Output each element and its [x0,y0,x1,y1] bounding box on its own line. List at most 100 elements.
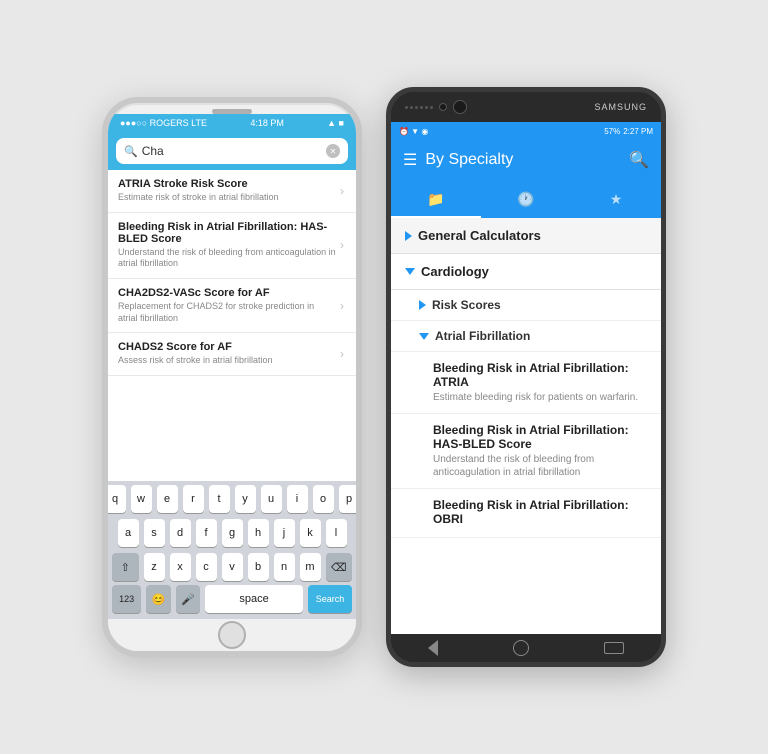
result-desc: Understand the risk of bleeding from ant… [118,247,336,270]
key-f[interactable]: f [196,519,217,547]
section-title: General Calculators [418,228,541,243]
key-a[interactable]: a [118,519,139,547]
key-123[interactable]: 123 [112,585,141,613]
keyboard-row-1: q w e r t y u i o p [108,481,356,515]
camera-lens [453,100,467,114]
collapse-icon [419,300,426,310]
result-item[interactable]: Bleeding Risk in Atrial Fibrillation: HA… [108,213,356,279]
header-left: ☰ By Specialty [403,150,513,170]
section-general-calculators[interactable]: General Calculators [391,218,661,254]
key-r[interactable]: r [183,485,204,513]
key-delete[interactable]: ⌫ [326,553,353,581]
key-y[interactable]: y [235,485,256,513]
result-desc: Assess risk of stroke in atrial fibrilla… [118,355,336,367]
home-button[interactable] [513,640,529,656]
status-icons: ▲ ■ [327,118,344,128]
list-item[interactable]: Bleeding Risk in Atrial Fibrillation: OB… [391,489,661,538]
section-cardiology[interactable]: Cardiology [391,254,661,290]
tab-browse[interactable]: 📁 [391,180,481,218]
menu-icon[interactable]: ☰ [403,150,417,170]
key-p[interactable]: p [339,485,357,513]
camera-dot [439,103,447,111]
key-b[interactable]: b [248,553,269,581]
iphone-notch [108,103,356,114]
key-c[interactable]: c [196,553,217,581]
status-icons-left: ⏰ ▼ ◉ [399,127,428,136]
result-title: CHADS2 Score for AF [118,341,336,353]
collapse-icon [405,231,412,241]
chevron-right-icon: › [340,347,344,361]
result-desc: Replacement for CHADS2 for stroke predic… [118,301,336,324]
key-e[interactable]: e [157,485,178,513]
key-mic[interactable]: 🎤 [176,585,200,613]
item-desc: Estimate bleeding risk for patients on w… [433,391,647,404]
recents-button[interactable] [604,642,624,654]
key-x[interactable]: x [170,553,191,581]
key-emoji[interactable]: 😊 [146,585,170,613]
carrier-text: ●●●○○ ROGERS LTE [120,118,207,128]
key-z[interactable]: z [144,553,165,581]
key-n[interactable]: n [274,553,295,581]
key-h[interactable]: h [248,519,269,547]
key-u[interactable]: u [261,485,282,513]
ios-keyboard: q w e r t y u i o p a s d f g h j k l [108,481,356,619]
result-item[interactable]: CHADS2 Score for AF Assess risk of strok… [108,333,356,376]
expand-icon [405,268,415,275]
key-w[interactable]: w [131,485,152,513]
key-t[interactable]: t [209,485,230,513]
key-l[interactable]: l [326,519,347,547]
iphone-screen: 🔍 Cha ✕ ATRIA Stroke Risk Score Estimate… [108,132,356,619]
key-search[interactable]: Search [308,585,352,613]
home-button[interactable] [218,621,246,649]
expand-icon [419,333,429,340]
key-s[interactable]: s [144,519,165,547]
list-item[interactable]: Bleeding Risk in Atrial Fibrillation: AT… [391,352,661,414]
samsung-cameras [405,100,467,114]
key-j[interactable]: j [274,519,295,547]
key-d[interactable]: d [170,519,191,547]
tab-favorites[interactable]: ★ [571,180,661,218]
header-search-icon[interactable]: 🔍 [629,150,649,170]
key-m[interactable]: m [300,553,321,581]
search-clear-button[interactable]: ✕ [326,144,340,158]
subsection-title: Risk Scores [432,298,501,312]
samsung-tab-bar: 📁 🕐 ★ [391,180,661,218]
speaker [405,106,433,109]
key-v[interactable]: v [222,553,243,581]
tab-recent-icon: 🕐 [517,191,534,208]
result-item[interactable]: ATRIA Stroke Risk Score Estimate risk of… [108,170,356,213]
key-i[interactable]: i [287,485,308,513]
result-content: CHA2DS2-VASc Score for AF Replacement fo… [118,287,336,324]
section-title: Cardiology [421,264,489,279]
key-k[interactable]: k [300,519,321,547]
tab-recent[interactable]: 🕐 [481,180,571,218]
chevron-right-icon: › [340,299,344,313]
ios-results-list: ATRIA Stroke Risk Score Estimate risk of… [108,170,356,481]
result-title: CHA2DS2-VASc Score for AF [118,287,336,299]
key-space[interactable]: space [205,585,303,613]
back-button[interactable] [428,640,438,656]
subsection-title: Atrial Fibrillation [435,329,530,343]
tab-browse-icon: 📁 [427,191,444,208]
result-item[interactable]: CHA2DS2-VASc Score for AF Replacement fo… [108,279,356,333]
subsection-atrial-fib[interactable]: Atrial Fibrillation [391,321,661,352]
key-shift[interactable]: ⇧ [112,553,139,581]
key-g[interactable]: g [222,519,243,547]
ios-search-input[interactable]: 🔍 Cha ✕ [116,138,348,164]
subsection-risk-scores[interactable]: Risk Scores [391,290,661,321]
item-title: Bleeding Risk in Atrial Fibrillation: OB… [433,498,647,526]
list-item[interactable]: Bleeding Risk in Atrial Fibrillation: HA… [391,414,661,489]
samsung-header: ☰ By Specialty 🔍 [391,140,661,180]
key-q[interactable]: q [108,485,126,513]
samsung-nav-bar [391,634,661,662]
samsung-screen: ⏰ ▼ ◉ 57% 2:27 PM ☰ By Specialty 🔍 📁 🕐 ★ [391,122,661,634]
tab-favorites-icon: ★ [610,191,623,208]
item-desc: Understand the risk of bleeding from ant… [433,453,647,479]
key-o[interactable]: o [313,485,334,513]
keyboard-row-2: a s d f g h j k l [108,515,356,549]
header-title: By Specialty [425,151,513,169]
battery-text: 57% [604,127,620,136]
iphone-status-bar: ●●●○○ ROGERS LTE 4:18 PM ▲ ■ [108,114,356,132]
status-left-icons: ⏰ ▼ ◉ [399,127,428,136]
time-text: 4:18 PM [250,118,284,128]
